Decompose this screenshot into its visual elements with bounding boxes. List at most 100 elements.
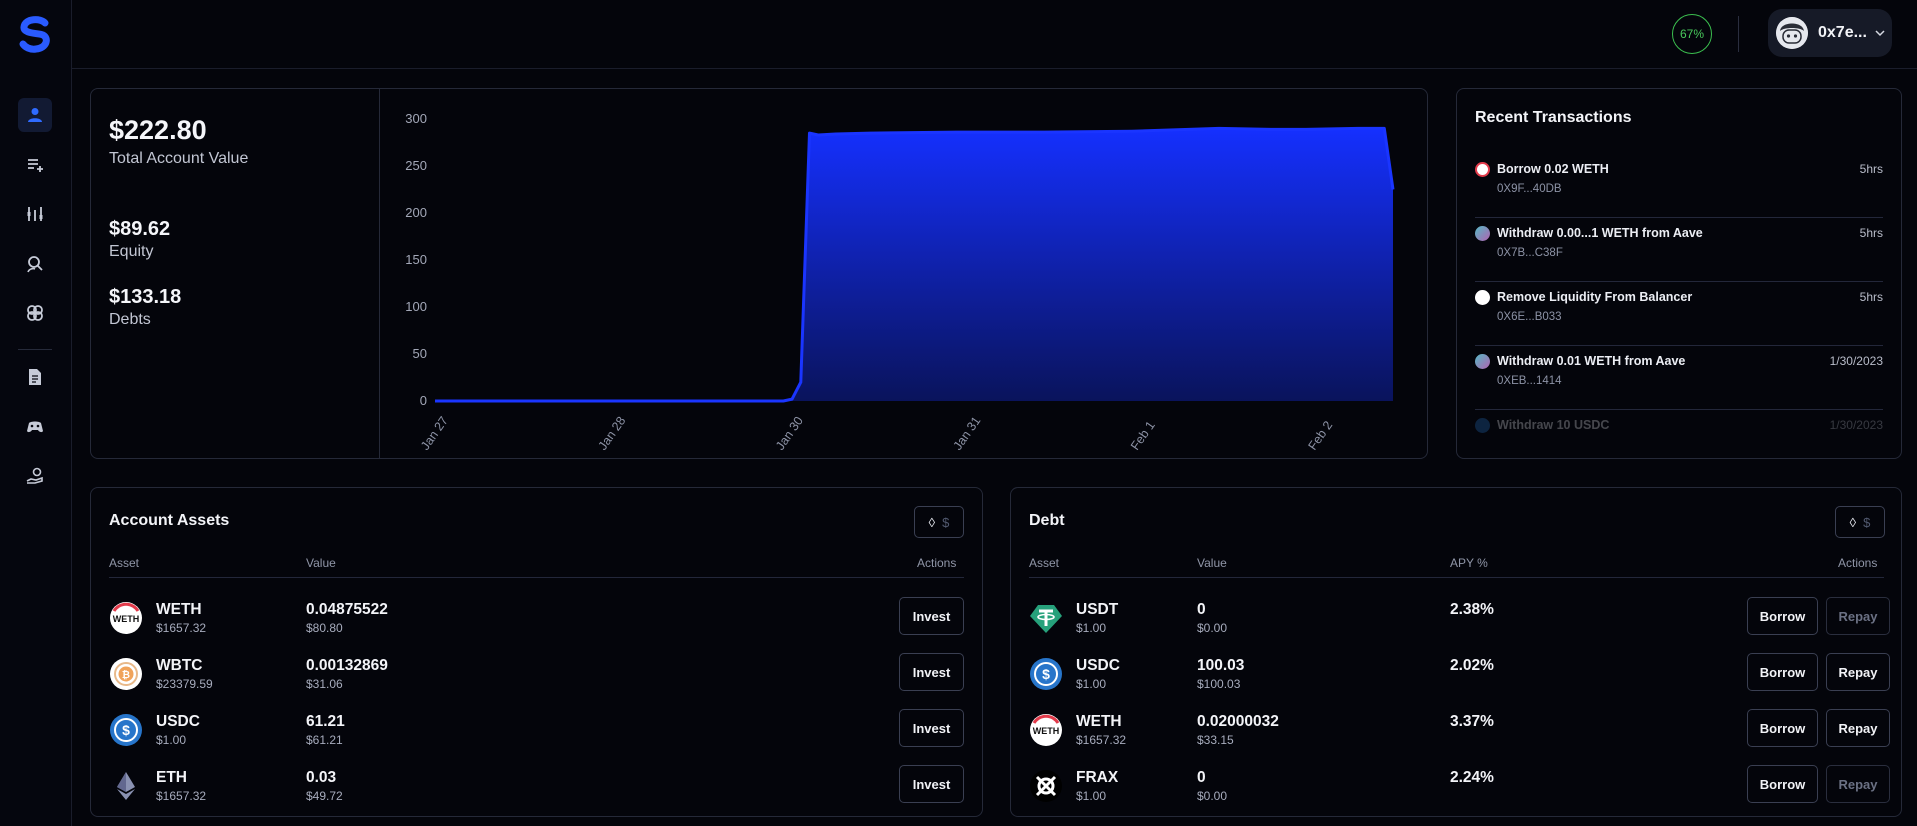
balancer-icon [1475, 290, 1490, 305]
equity-label: Equity [109, 243, 154, 260]
debt-apy: 3.37% [1450, 713, 1494, 730]
usdc-icon: $ [1029, 657, 1063, 691]
sidebar-item-discord[interactable] [18, 410, 52, 444]
asset-name: WETH [156, 601, 202, 618]
equity-value: $89.62 [109, 218, 171, 240]
sidebar-item-account[interactable] [18, 98, 52, 132]
eth-icon [109, 769, 143, 803]
asset-row: ₿ WBTC $23379.59 0.00132869 $31.06 Invest [109, 645, 964, 701]
debt-asset-price: $1657.32 [1076, 733, 1127, 747]
eth-toggle-icon[interactable]: ◊ [1850, 515, 1856, 530]
account-menu-button[interactable]: 0x7e... [1768, 9, 1892, 57]
asset-usd-value: $49.72 [306, 789, 343, 803]
assets-header-divider [109, 577, 964, 578]
usdc-icon: $ [109, 713, 143, 747]
sidebar-item-explore[interactable] [18, 247, 52, 281]
debt-asset-name: WETH [1076, 713, 1122, 730]
invest-button[interactable]: Invest [899, 597, 964, 635]
svg-text:WETH: WETH [1033, 726, 1060, 736]
transaction-time: 5hrs [1859, 290, 1883, 304]
debt-row: FRAX $1.00 0 $0.00 2.24% Borrow Repay [1029, 757, 1890, 813]
user-icon [28, 108, 42, 122]
repay-button[interactable]: Repay [1826, 765, 1890, 803]
debt-currency-toggle[interactable]: ◊ $ [1835, 506, 1885, 538]
chart-tools-icon [27, 207, 43, 221]
debts-value: $133.18 [109, 286, 182, 308]
borrow-button[interactable]: Borrow [1747, 597, 1818, 635]
total-account-value-label: Total Account Value [109, 150, 249, 167]
debt-asset-name: USDC [1076, 657, 1120, 674]
borrow-button[interactable]: Borrow [1747, 709, 1818, 747]
transaction-hash: 0X7B...C38F [1497, 247, 1563, 259]
account-summary-panel: $222.80 Total Account Value $89.62 Equit… [90, 88, 1428, 459]
aave-icon [1475, 354, 1490, 369]
account-assets-panel: Account Assets ◊ $ Asset Value Actions W… [90, 487, 983, 817]
account-assets-title: Account Assets [109, 512, 230, 529]
asset-name: USDC [156, 713, 200, 730]
app: 67% 0x7e... $222.80 Total Account Value … [0, 0, 1917, 826]
sidebar-item-integrations[interactable] [18, 296, 52, 330]
add-list-icon [28, 159, 43, 172]
chevron-down-icon [1875, 30, 1885, 37]
asset-amount: 0.03 [306, 769, 337, 786]
debt-asset-price: $1.00 [1076, 789, 1107, 803]
asset-row: WETH WETH $1657.32 0.04875522 $80.80 Invest [109, 589, 964, 645]
y-tick-label: 250 [405, 158, 427, 173]
transaction-row[interactable]: Withdraw 0.00...1 WETH from Aave 0X7B...C… [1475, 218, 1883, 282]
debt-amount: 0 [1197, 769, 1206, 786]
sidebar-item-support[interactable] [18, 459, 52, 493]
invest-button[interactable]: Invest [899, 765, 964, 803]
eth-toggle-icon[interactable]: ◊ [929, 515, 935, 530]
debt-amount: 0.02000032 [1197, 713, 1279, 730]
account-value-chart[interactable]: 0 50 100 150 200 250 300 Jan 27 Jan 28 Jan 30 Jan … [381, 89, 1427, 458]
invest-button[interactable]: Invest [899, 653, 964, 691]
sidebar-item-trading[interactable] [18, 197, 52, 231]
assets-header-value: Value [306, 556, 336, 570]
transaction-row[interactable]: Withdraw 10 USDC 1/30/2023 [1475, 410, 1883, 458]
borrow-button[interactable]: Borrow [1747, 653, 1818, 691]
area-fill [435, 128, 1393, 401]
debt-row: USDT $1.00 0 $0.00 2.38% Borrow Repay [1029, 589, 1890, 645]
asset-name: ETH [156, 769, 187, 786]
debt-apy: 2.24% [1450, 769, 1494, 786]
usd-toggle-icon[interactable]: $ [1863, 515, 1870, 530]
x-tick-label: Jan 28 [595, 414, 628, 453]
debt-usd-value: $100.03 [1197, 677, 1241, 691]
sidebar-item-strategies[interactable] [18, 148, 52, 182]
asset-price: $23379.59 [156, 677, 213, 691]
sidebar [0, 0, 72, 826]
transaction-row[interactable]: Remove Liquidity From Balancer 0X6E...B03… [1475, 282, 1883, 346]
debt-header-value: Value [1197, 556, 1227, 570]
asset-usd-value: $31.06 [306, 677, 343, 691]
debt-header-apy: APY % [1450, 556, 1488, 570]
transaction-row[interactable]: Withdraw 0.01 WETH from Aave 0XEB...1414 1… [1475, 346, 1883, 410]
health-factor-badge[interactable]: 67% [1672, 14, 1712, 54]
asset-row: $ USDC $1.00 61.21 $61.21 Invest [109, 701, 964, 757]
weth-icon [1475, 162, 1490, 177]
x-tick-label: Jan 27 [418, 414, 451, 453]
sidebar-item-docs[interactable] [18, 360, 52, 394]
debts-label: Debts [109, 311, 151, 328]
svg-text:$: $ [1042, 666, 1050, 682]
transaction-name: Borrow 0.02 WETH [1497, 162, 1609, 176]
hand-coin-icon [26, 467, 43, 484]
repay-button[interactable]: Repay [1826, 597, 1890, 635]
y-tick-label: 0 [420, 393, 427, 408]
transaction-row[interactable]: Borrow 0.02 WETH 0X9F...40DB 5hrs [1475, 154, 1883, 218]
recent-transactions-title: Recent Transactions [1475, 109, 1632, 126]
x-tick-label: Jan 30 [773, 414, 806, 453]
invest-button[interactable]: Invest [899, 709, 964, 747]
borrow-button[interactable]: Borrow [1747, 765, 1818, 803]
currency-toggle[interactable]: ◊ $ [914, 506, 964, 538]
frax-icon [1029, 769, 1063, 803]
repay-button[interactable]: Repay [1826, 653, 1890, 691]
app-logo[interactable] [17, 15, 55, 53]
usdc-icon [1475, 418, 1490, 433]
transaction-time: 5hrs [1859, 162, 1883, 176]
usd-toggle-icon[interactable]: $ [942, 515, 949, 530]
repay-button[interactable]: Repay [1826, 709, 1890, 747]
x-tick-label: Jan 31 [950, 414, 983, 453]
asset-price: $1657.32 [156, 789, 207, 803]
health-factor-value: 67% [1679, 27, 1705, 41]
y-tick-label: 150 [405, 252, 427, 267]
